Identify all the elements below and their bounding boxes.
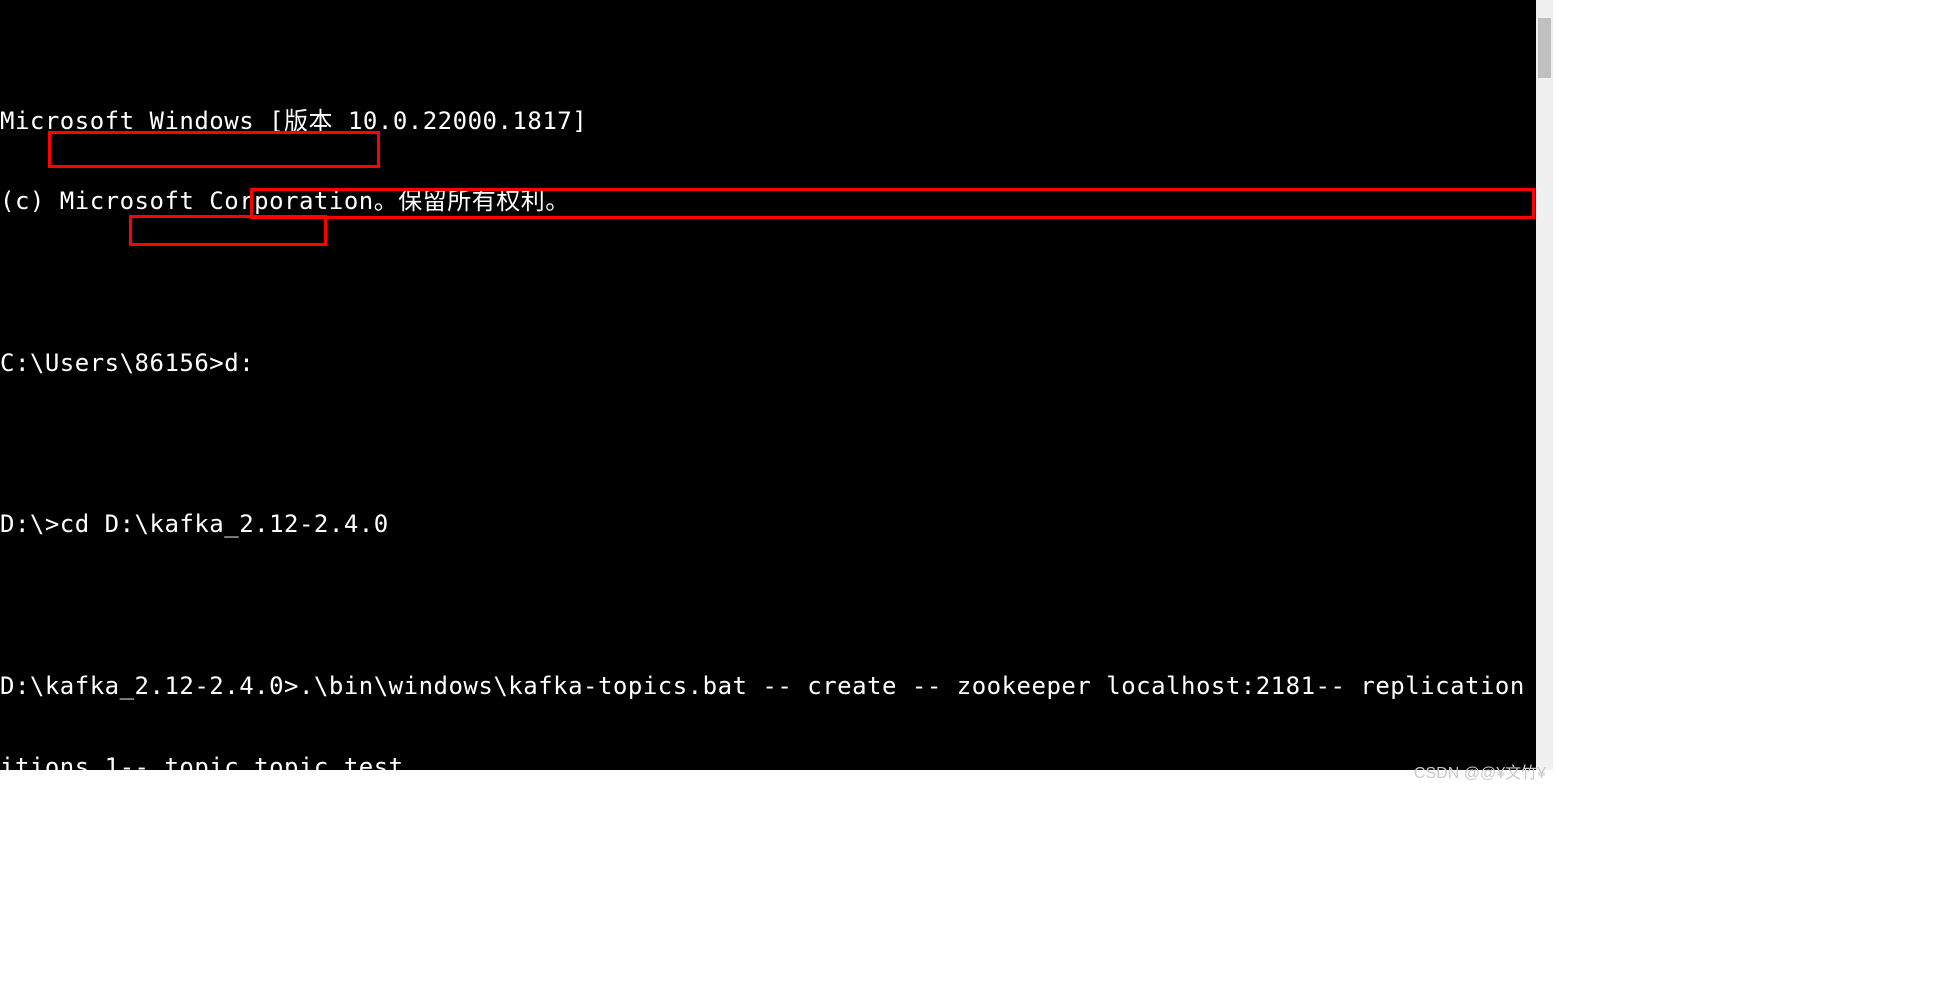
terminal-line: Microsoft Windows [版本 10.0.22000.1817] xyxy=(0,108,1536,135)
terminal-line xyxy=(0,431,1536,458)
terminal-line: itions 1-- topic topic_test xyxy=(0,754,1536,771)
terminal-line xyxy=(0,592,1536,619)
watermark: CSDN @@¥文竹¥ xyxy=(1414,765,1546,783)
scrollbar-track[interactable] xyxy=(1536,0,1553,770)
terminal-line: (c) Microsoft Corporation。保留所有权利。 xyxy=(0,188,1536,215)
terminal-line: D:\>cd D:\kafka_2.12-2.4.0 xyxy=(0,511,1536,538)
terminal-line: C:\Users\86156>d: xyxy=(0,350,1536,377)
terminal-content: Microsoft Windows [版本 10.0.22000.1817] (… xyxy=(0,54,1536,770)
terminal-line xyxy=(0,269,1536,296)
scrollbar-thumb[interactable] xyxy=(1538,18,1551,78)
terminal-line: D:\kafka_2.12-2.4.0>.\bin\windows\kafka-… xyxy=(0,673,1536,700)
terminal-window[interactable]: Microsoft Windows [版本 10.0.22000.1817] (… xyxy=(0,0,1536,770)
